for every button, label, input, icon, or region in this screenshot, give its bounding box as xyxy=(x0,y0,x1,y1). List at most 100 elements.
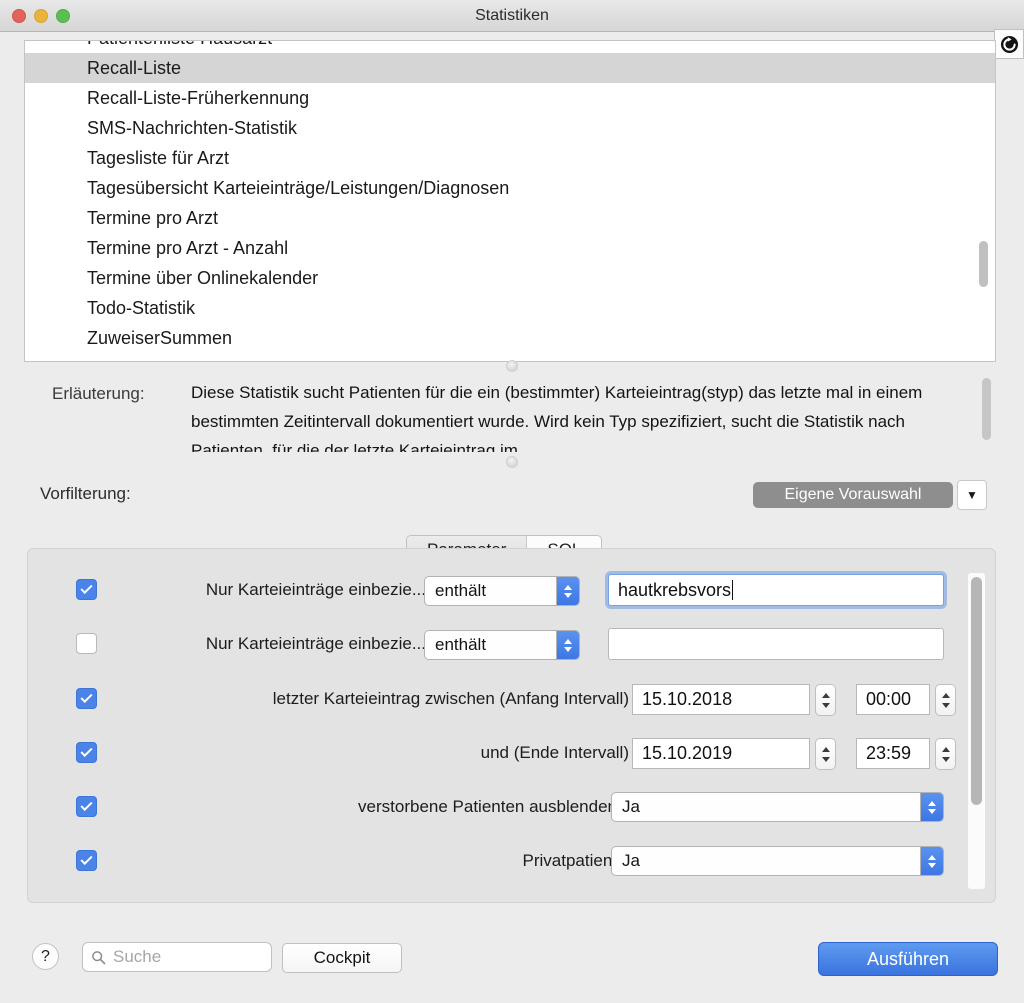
row-checkbox[interactable] xyxy=(76,796,97,817)
stepper-down-icon xyxy=(822,757,830,762)
text-caret xyxy=(732,580,733,600)
combo-box[interactable]: Ja xyxy=(611,792,944,822)
help-icon: ? xyxy=(41,948,50,966)
combo-box[interactable]: enthält xyxy=(424,630,580,660)
parameters-scrollbar-thumb[interactable] xyxy=(971,577,982,805)
row-label: Privatpatient xyxy=(523,851,618,871)
chevron-down-icon xyxy=(564,593,572,598)
chevron-up-icon xyxy=(928,855,936,860)
combo-value: enthält xyxy=(425,581,556,601)
window-titlebar: Statistiken xyxy=(0,0,1024,32)
list-item[interactable]: ZuweiserSummen xyxy=(25,323,995,353)
row-label: letzter Karteieintrag zwischen (Anfang I… xyxy=(273,689,629,709)
close-button[interactable] xyxy=(12,9,26,23)
refresh-button[interactable] xyxy=(994,29,1024,59)
row-label: verstorbene Patienten ausblenden xyxy=(358,797,617,817)
chevron-down-icon: ▼ xyxy=(966,488,978,502)
parameter-row: PrivatpatientJa xyxy=(28,834,995,888)
check-icon xyxy=(80,745,92,757)
statistics-list[interactable]: Patientenliste HausarztRecall-ListeRecal… xyxy=(24,40,996,362)
check-icon xyxy=(80,799,92,811)
row-checkbox[interactable] xyxy=(76,633,97,654)
value-text-input[interactable] xyxy=(608,628,944,660)
time-input[interactable]: 00:00 xyxy=(856,684,930,715)
combo-box[interactable]: Ja xyxy=(611,846,944,876)
list-scrollbar[interactable] xyxy=(978,43,989,361)
list-item[interactable]: SMS-Nachrichten-Statistik xyxy=(25,113,995,143)
zoom-button[interactable] xyxy=(56,9,70,23)
list-item[interactable]: Recall-Liste-Früherkennung xyxy=(25,83,995,113)
list-item[interactable]: Recall-Liste xyxy=(25,53,995,83)
combo-stepper[interactable] xyxy=(920,847,943,875)
row-label: Nur Karteieinträge einbezie... xyxy=(206,634,426,654)
row-checkbox[interactable] xyxy=(76,742,97,763)
check-icon xyxy=(80,691,92,703)
list-item[interactable]: Patientenliste Hausarzt xyxy=(25,40,995,53)
parameter-row: letzter Karteieintrag zwischen (Anfang I… xyxy=(28,672,995,726)
prefilter-label: Vorfilterung: xyxy=(40,484,131,504)
check-icon xyxy=(80,853,92,865)
chevron-up-icon xyxy=(928,801,936,806)
date-input[interactable]: 15.10.2018 xyxy=(632,684,810,715)
explanation-section: Erläuterung: Diese Statistik sucht Patie… xyxy=(24,378,996,452)
stepper-up-icon xyxy=(822,747,830,752)
parameters-panel: Nur Karteieinträge einbezie...enthälthau… xyxy=(27,548,996,903)
combo-stepper[interactable] xyxy=(920,793,943,821)
combo-value: enthält xyxy=(425,635,556,655)
minimize-button[interactable] xyxy=(34,9,48,23)
list-item[interactable]: Termine über Onlinekalender xyxy=(25,263,995,293)
chevron-up-icon xyxy=(564,639,572,644)
splitter-handle-list[interactable] xyxy=(506,360,518,372)
combo-value: Ja xyxy=(612,851,920,871)
stepper-up-icon xyxy=(822,693,830,698)
chevron-up-icon xyxy=(564,585,572,590)
prefilter-menu-button[interactable]: ▼ xyxy=(957,480,987,510)
list-item[interactable]: Tagesübersicht Karteieinträge/Leistungen… xyxy=(25,173,995,203)
check-icon xyxy=(80,582,92,594)
traffic-lights xyxy=(12,9,70,23)
value-text-input[interactable]: hautkrebsvors xyxy=(608,574,944,606)
explanation-label: Erläuterung: xyxy=(52,384,145,404)
combo-box[interactable]: enthält xyxy=(424,576,580,606)
value-stepper[interactable] xyxy=(815,738,836,770)
list-item[interactable]: Tagesliste für Arzt xyxy=(25,143,995,173)
value-stepper[interactable] xyxy=(815,684,836,716)
statistics-window: Statistiken Patientenliste HausarztRecal… xyxy=(0,0,1024,1003)
search-input[interactable]: Suche xyxy=(82,942,272,972)
explanation-scrollbar-thumb[interactable] xyxy=(982,378,991,440)
value-stepper[interactable] xyxy=(935,738,956,770)
list-item[interactable]: Termine pro Arzt - Anzahl xyxy=(25,233,995,263)
execute-button[interactable]: Ausführen xyxy=(818,942,998,976)
cockpit-button[interactable]: Cockpit xyxy=(282,943,402,973)
combo-stepper[interactable] xyxy=(556,631,579,659)
list-scrollbar-thumb[interactable] xyxy=(979,241,988,287)
time-input[interactable]: 23:59 xyxy=(856,738,930,769)
refresh-icon xyxy=(1000,35,1019,54)
row-checkbox[interactable] xyxy=(76,688,97,709)
combo-stepper[interactable] xyxy=(556,577,579,605)
value-stepper[interactable] xyxy=(935,684,956,716)
chevron-down-icon xyxy=(928,863,936,868)
parameters-scrollbar[interactable] xyxy=(968,573,985,889)
list-item[interactable]: Todo-Statistik xyxy=(25,293,995,323)
prefilter-selection-button[interactable]: Eigene Vorauswahl xyxy=(753,482,953,508)
splitter-handle-explanation[interactable] xyxy=(506,456,518,468)
row-label: Nur Karteieinträge einbezie... xyxy=(206,580,426,600)
parameter-row: Nur Karteieinträge einbezie...enthält hau… xyxy=(28,563,995,617)
value-text: hautkrebsvors xyxy=(618,580,731,601)
row-checkbox[interactable] xyxy=(76,850,97,871)
stepper-down-icon xyxy=(942,757,950,762)
parameter-row: verstorbene Patienten ausblendenJa xyxy=(28,780,995,834)
row-label: und (Ende Intervall) xyxy=(481,743,629,763)
stepper-up-icon xyxy=(942,693,950,698)
help-button[interactable]: ? xyxy=(32,943,59,970)
chevron-down-icon xyxy=(928,809,936,814)
date-input[interactable]: 15.10.2019 xyxy=(632,738,810,769)
parameter-row: und (Ende Intervall)15.10.2019 23:59 xyxy=(28,726,995,780)
search-icon xyxy=(91,950,106,965)
list-item[interactable]: Termine pro Arzt xyxy=(25,203,995,233)
chevron-down-icon xyxy=(564,647,572,652)
combo-value: Ja xyxy=(612,797,920,817)
row-checkbox[interactable] xyxy=(76,579,97,600)
explanation-scrollbar[interactable] xyxy=(981,378,992,450)
